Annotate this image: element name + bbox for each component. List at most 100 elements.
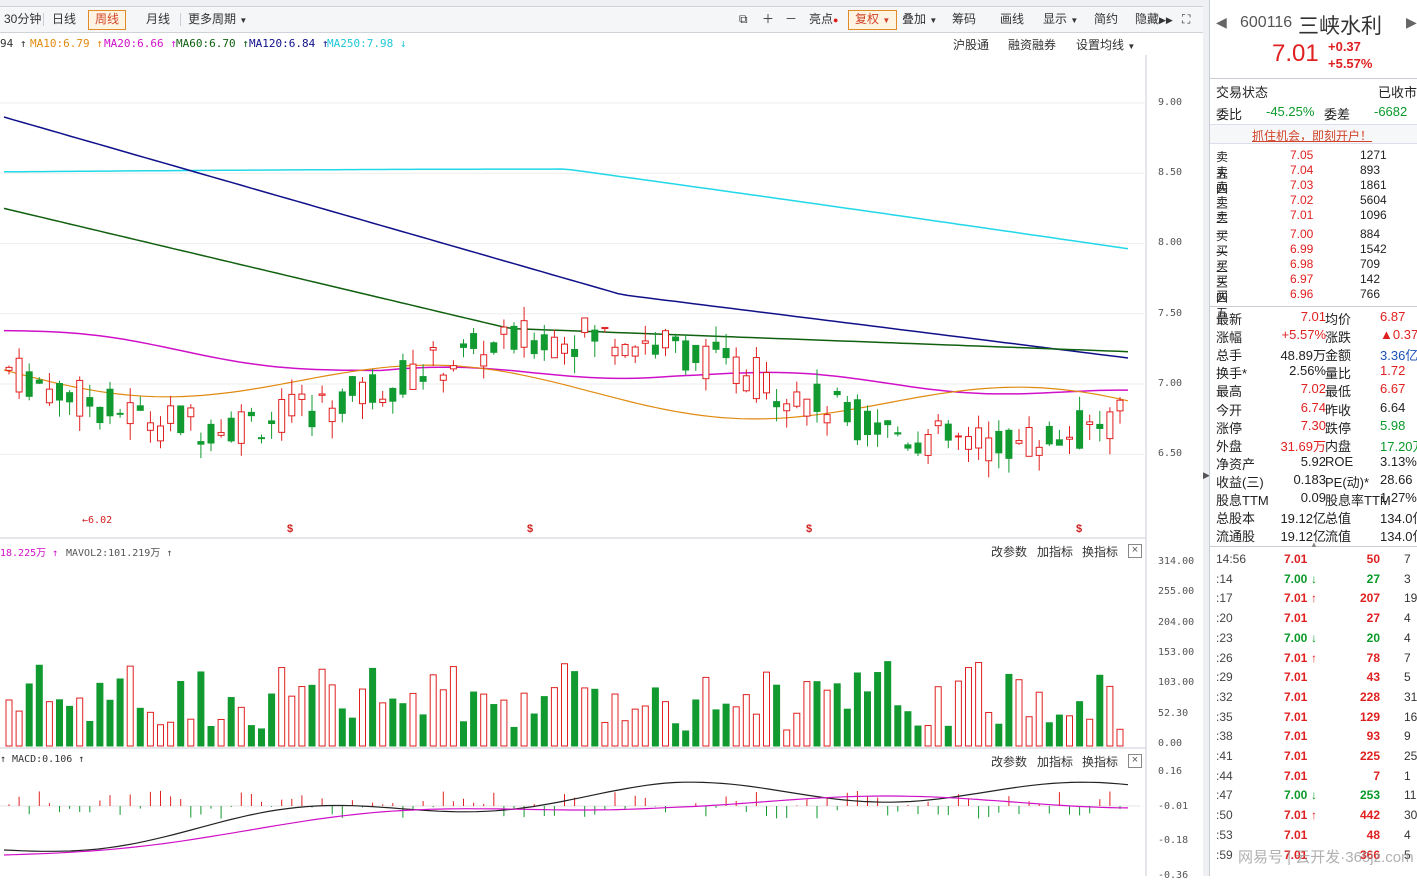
candle-body (389, 387, 397, 402)
tick-price: 7.01 (1284, 729, 1308, 744)
tick-price: 7.01 (1284, 611, 1308, 626)
volume-bar (470, 691, 478, 747)
vol-change-params-button[interactable]: 改参数 (991, 543, 1027, 560)
stock-code: 600116 (1240, 14, 1293, 31)
tick-volume: 93 (1366, 729, 1380, 744)
macd-series (3, 781, 1129, 856)
volume-bar (1066, 715, 1073, 747)
candle-body (187, 407, 195, 418)
close-icon[interactable]: × (1128, 754, 1142, 768)
volume-bar (611, 693, 619, 747)
candle-body (763, 372, 770, 394)
candle-body (96, 406, 104, 424)
close-icon[interactable]: × (1128, 544, 1142, 558)
candle-body (268, 420, 276, 425)
candle-body (995, 430, 1003, 454)
tick-arrow: ↓ (1311, 788, 1317, 803)
volume-bar (258, 728, 265, 747)
volume-bar (985, 711, 993, 747)
candle-body (490, 342, 498, 353)
volume-bar (833, 683, 841, 747)
trade-status: 已收市 (1378, 85, 1417, 100)
tick-time: :41 (1216, 749, 1233, 763)
candle-body (985, 437, 993, 462)
caret-up-icon[interactable]: ▲ (1310, 540, 1318, 549)
volume-bar (298, 686, 306, 747)
candle-body (197, 441, 205, 445)
level-price: 7.05 (1290, 148, 1314, 162)
kline-chart[interactable] (0, 0, 1203, 876)
candle-body (682, 340, 690, 371)
volume-bar (318, 668, 326, 747)
candle-body (470, 333, 478, 349)
tick-price: 7.01 (1284, 768, 1308, 783)
stat-value: 134.0亿 (1380, 511, 1417, 527)
tick-price: 7.01 (1284, 689, 1308, 704)
macd-switch-indicator-button[interactable]: 换指标 (1082, 753, 1118, 770)
tick-count: 7 (1404, 650, 1411, 665)
tick-time: :50 (1216, 808, 1233, 823)
volume-bar (167, 721, 175, 747)
candle-body (258, 437, 265, 440)
stat-label: PE(动)* (1325, 474, 1370, 490)
candle-body (116, 412, 124, 415)
axis-tick-label: -0.18 (1158, 835, 1189, 846)
prev-stock-icon[interactable]: ◀ (1216, 14, 1227, 31)
volume-bar (591, 688, 599, 747)
volume-bar (924, 725, 932, 747)
volume-bar (217, 718, 225, 747)
stat-value: 17.20万 (1380, 438, 1417, 454)
candle-body (308, 410, 316, 428)
volume-bar (965, 667, 972, 747)
candle-body (773, 401, 781, 408)
volume-bar (25, 683, 33, 747)
candle-body (76, 379, 84, 417)
dividend-mark[interactable]: $ (806, 523, 812, 535)
tick-price: 7.01 (1284, 650, 1308, 665)
candle-body (409, 363, 417, 390)
stat-row: 总手 48.89万 金额 3.36亿 (1216, 345, 1417, 363)
mavol-label: MAVOL2:101.219万 ↑ (66, 548, 173, 559)
level-price: 7.03 (1290, 178, 1314, 192)
candle-body (631, 346, 639, 357)
volume-bar (864, 691, 871, 747)
next-stock-icon[interactable]: ▶ (1406, 14, 1417, 31)
tick-price: 7.01 (1284, 827, 1308, 842)
volume-bar (742, 694, 750, 747)
tick-time: 14:56 (1216, 552, 1247, 566)
dividend-mark[interactable]: $ (527, 523, 533, 535)
axis-tick-label: 153.00 (1158, 646, 1195, 658)
stat-row: 最高 7.02 最低 6.67 (1216, 381, 1417, 399)
stat-value: 19.12亿 (1280, 511, 1326, 527)
vol-add-indicator-button[interactable]: 加指标 (1037, 543, 1073, 560)
volume-bar (348, 717, 356, 747)
volume-bar (86, 720, 94, 747)
promo-banner[interactable]: 抓住机会，即刻开户！ (1210, 124, 1417, 144)
tick-volume: 27 (1366, 571, 1380, 586)
candle-body (379, 398, 387, 404)
vol-switch-indicator-button[interactable]: 换指标 (1082, 543, 1118, 560)
tick-count: 19 (1404, 591, 1417, 606)
volume-bar (76, 697, 84, 747)
dividend-mark[interactable]: $ (287, 523, 293, 535)
volume-bar (712, 709, 720, 747)
stat-label: 涨幅 (1216, 330, 1243, 346)
candle-body (1116, 399, 1124, 412)
mavol-value: MAVOL2:101.219万 (66, 548, 161, 559)
volume-bar (581, 687, 589, 747)
candle-body (550, 336, 558, 359)
candle-body (561, 343, 568, 354)
volume-bar (1035, 691, 1043, 747)
stat-label: 内盘 (1325, 438, 1352, 454)
tick-count: 4 (1404, 827, 1411, 842)
level-price: 7.04 (1290, 163, 1314, 177)
macd-change-params-button[interactable]: 改参数 (991, 753, 1027, 770)
tick-volume: 50 (1366, 552, 1380, 566)
macd-add-indicator-button[interactable]: 加指标 (1037, 753, 1073, 770)
tick-price: 7.01 (1284, 749, 1308, 763)
ma250-line (3, 116, 1129, 420)
candle-body (944, 423, 952, 441)
stat-value: 31.69万 (1280, 438, 1326, 454)
dividend-mark[interactable]: $ (1076, 523, 1082, 535)
tick-time: :38 (1216, 729, 1233, 744)
